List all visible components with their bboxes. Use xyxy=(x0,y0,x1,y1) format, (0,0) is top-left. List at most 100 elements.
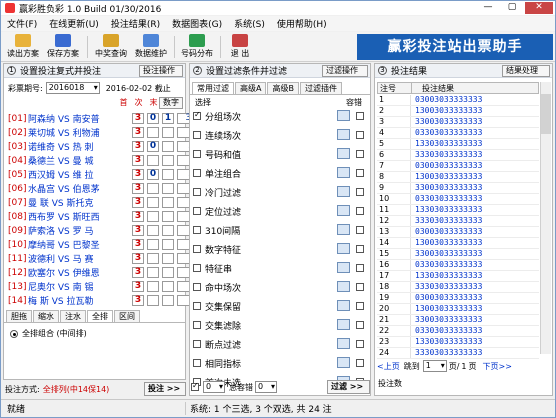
result-row[interactable]: 2 13003033333333 xyxy=(377,106,539,117)
tab-advanced-a[interactable]: 高级A xyxy=(235,82,267,94)
pick-last[interactable] xyxy=(162,239,174,250)
bet-button[interactable]: 投注 >> xyxy=(144,382,186,396)
result-row[interactable]: 8 13003033333333 xyxy=(377,172,539,183)
filter-settings-button[interactable] xyxy=(337,338,350,349)
tab-range[interactable]: 区间 xyxy=(114,310,140,322)
pick-first[interactable]: 3 xyxy=(132,211,144,222)
result-row[interactable]: 24 33303033333333 xyxy=(377,348,539,359)
menu-online-update[interactable]: 在线更新(U) xyxy=(43,17,105,30)
fault-tolerance-checkbox[interactable] xyxy=(356,112,364,120)
number-distribution-button[interactable]: 号码分布 xyxy=(179,33,215,61)
result-row[interactable]: 20 13003033333333 xyxy=(377,304,539,315)
result-row[interactable]: 18 33303033333333 xyxy=(377,282,539,293)
tab-common-filter[interactable]: 常用过滤 xyxy=(192,82,234,94)
result-row[interactable]: 7 03003033333333 xyxy=(377,161,539,172)
pick-second[interactable]: 0 xyxy=(147,113,159,124)
close-button[interactable]: ✕ xyxy=(525,2,553,14)
pick-last[interactable] xyxy=(162,267,174,278)
pick-first[interactable]: 3 xyxy=(132,183,144,194)
result-row[interactable]: 17 13303033333333 xyxy=(377,271,539,282)
period-select[interactable]: 2016018 xyxy=(45,82,100,94)
pick-last[interactable] xyxy=(162,155,174,166)
pick-second[interactable] xyxy=(147,127,159,138)
result-row[interactable]: 3 33003033333333 xyxy=(377,117,539,128)
result-row[interactable]: 6 33303033333333 xyxy=(377,150,539,161)
result-row[interactable]: 9 33003033333333 xyxy=(377,183,539,194)
filter-checkbox[interactable] xyxy=(193,283,201,291)
result-row[interactable]: 12 33303033333333 xyxy=(377,216,539,227)
filter-checkbox[interactable] xyxy=(193,110,201,120)
fault-tolerance-checkbox[interactable] xyxy=(356,264,364,272)
pick-first[interactable]: 3 xyxy=(132,295,144,306)
fault-tolerance-checkbox[interactable] xyxy=(356,302,364,310)
result-scrollbar[interactable] xyxy=(540,82,551,354)
pick-second[interactable] xyxy=(147,211,159,222)
pick-second[interactable] xyxy=(147,267,159,278)
pick-second[interactable] xyxy=(147,239,159,250)
menu-data-charts[interactable]: 数据图表(G) xyxy=(166,17,228,30)
fault-count-select[interactable]: 0 xyxy=(203,381,225,393)
fault-tolerance-checkbox[interactable] xyxy=(356,131,364,139)
pick-last[interactable]: 1 xyxy=(162,113,174,124)
pick-first[interactable]: 3 xyxy=(132,197,144,208)
pick-last[interactable] xyxy=(162,169,174,180)
pick-last[interactable] xyxy=(162,183,174,194)
fault-tolerance-checkbox[interactable] xyxy=(356,321,364,329)
filter-settings-button[interactable] xyxy=(337,281,350,292)
pick-second[interactable] xyxy=(147,155,159,166)
pick-last[interactable] xyxy=(162,281,174,292)
filter-settings-button[interactable] xyxy=(337,129,350,140)
filter-checkbox[interactable] xyxy=(193,131,201,139)
pick-second[interactable] xyxy=(147,281,159,292)
filter-checkbox[interactable] xyxy=(193,340,201,348)
fault-tolerance-checkbox[interactable] xyxy=(356,245,364,253)
pick-second[interactable]: 0 xyxy=(147,141,159,152)
page-input[interactable]: 1 xyxy=(422,360,447,372)
pick-first[interactable]: 3 xyxy=(132,267,144,278)
pick-last[interactable] xyxy=(162,141,174,152)
filter-checkbox[interactable] xyxy=(193,207,201,215)
filter-checkbox[interactable] xyxy=(193,226,201,234)
menu-file[interactable]: 文件(F) xyxy=(1,17,43,30)
filter-checkbox[interactable] xyxy=(193,321,201,329)
pick-last[interactable] xyxy=(162,225,174,236)
filter-settings-button[interactable] xyxy=(337,148,350,159)
filter-settings-button[interactable] xyxy=(337,300,350,311)
result-row[interactable]: 14 13003033333333 xyxy=(377,238,539,249)
result-row[interactable]: 19 03003033333333 xyxy=(377,293,539,304)
tab-filter-plugin[interactable]: 过滤插件 xyxy=(299,82,342,94)
filter-checkbox[interactable] xyxy=(193,302,201,310)
fault-tolerance-checkbox[interactable] xyxy=(356,340,364,348)
maximize-button[interactable]: ▢ xyxy=(501,2,523,14)
pick-first[interactable]: 3 xyxy=(132,141,144,152)
pick-first[interactable]: 3 xyxy=(132,225,144,236)
filter-checkbox[interactable] xyxy=(193,169,201,177)
menu-system[interactable]: 系统(S) xyxy=(228,17,271,30)
tab-advanced-b[interactable]: 高级B xyxy=(267,82,299,94)
pick-first[interactable]: 3 xyxy=(132,113,144,124)
tab-inject[interactable]: 注水 xyxy=(60,310,86,322)
filter-settings-button[interactable] xyxy=(337,110,350,121)
result-row[interactable]: 16 03303033333333 xyxy=(377,260,539,271)
pick-second[interactable] xyxy=(147,225,159,236)
fault-tolerance-checkbox[interactable] xyxy=(356,207,364,215)
menu-help[interactable]: 使用帮助(H) xyxy=(271,17,333,30)
filter-checkbox[interactable] xyxy=(193,188,201,196)
tab-full-permutation[interactable]: 全排 xyxy=(87,310,113,322)
total-fault-select[interactable]: 0 xyxy=(255,381,277,393)
filter-settings-button[interactable] xyxy=(337,262,350,273)
prize-query-button[interactable]: 中奖查询 xyxy=(93,33,129,61)
pick-last[interactable] xyxy=(162,295,174,306)
result-row[interactable]: 10 03303033333333 xyxy=(377,194,539,205)
fault-tolerance-checkbox[interactable] xyxy=(356,359,364,367)
pick-last[interactable] xyxy=(162,211,174,222)
tab-dantuo[interactable]: 胆拖 xyxy=(6,310,32,322)
pick-first[interactable]: 3 xyxy=(132,281,144,292)
fault-tolerance-checkbox[interactable] xyxy=(356,283,364,291)
pick-first[interactable]: 3 xyxy=(132,253,144,264)
filter-settings-button[interactable] xyxy=(337,167,350,178)
next-page-link[interactable]: 下页>> xyxy=(483,361,512,372)
tab-shrink[interactable]: 缩水 xyxy=(33,310,59,322)
filter-settings-button[interactable] xyxy=(337,319,350,330)
prev-page-link[interactable]: <上页 xyxy=(377,361,400,372)
